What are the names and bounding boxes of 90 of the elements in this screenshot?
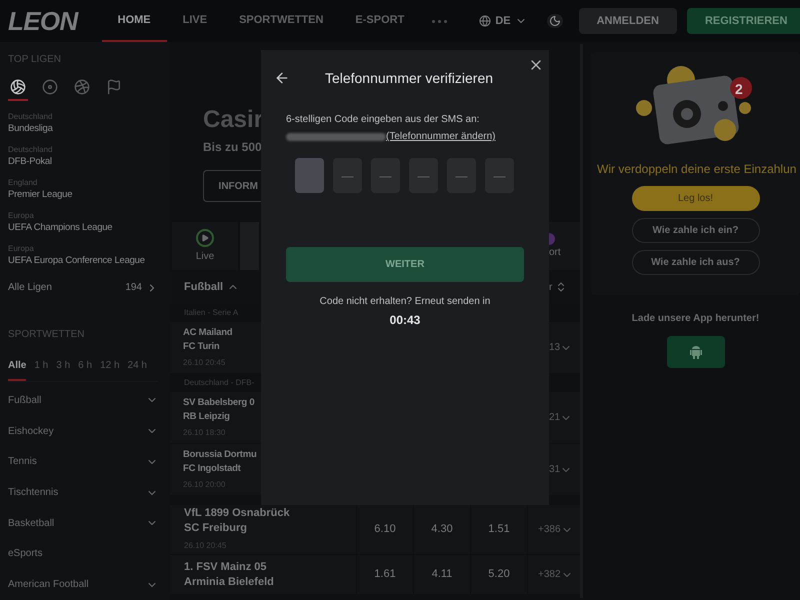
league-country: Deutschland [8, 144, 54, 156]
language-selector[interactable]: DE [479, 12, 527, 30]
odds-button[interactable]: 6.10 [356, 505, 413, 554]
section-heading: SPORTWETTEN [8, 328, 86, 342]
team-name: Borussia Dortmu [183, 448, 257, 462]
sort-label: r [549, 280, 552, 294]
logo[interactable]: LEON [8, 2, 78, 40]
nav-tab[interactable]: E-SPORT [339, 0, 420, 42]
team-name: FC Ingolstadt [183, 462, 242, 476]
team-name: RB Leipzig [183, 410, 231, 424]
league-item[interactable]: Deutschland Bundesliga [8, 111, 158, 135]
odds-button[interactable]: 1.61 [356, 555, 413, 594]
sport-label: Fußball [8, 394, 42, 408]
sport-item[interactable]: American Football [8, 569, 158, 600]
time-filter-tab[interactable]: 1 h [34, 358, 48, 381]
league-name: UEFA Europa Conference League [8, 255, 146, 267]
live-tab[interactable]: Live [172, 222, 238, 270]
league-country: Europa [8, 210, 35, 222]
league-item[interactable]: England Premier League [8, 177, 158, 201]
resend-text: Code nicht erhalten? Erneut senden in [318, 295, 492, 309]
sport-item[interactable]: Tischtennis [8, 477, 158, 508]
sport-item[interactable]: eSports [8, 538, 158, 570]
league-country: England [8, 177, 38, 189]
code-digit-field[interactable]: — [371, 158, 400, 193]
code-digit-field[interactable]: — [333, 158, 362, 193]
promo-headline: Wir verdoppeln deine erste Einzahlun [596, 161, 796, 178]
more-markets-count[interactable]: +382 [538, 567, 561, 582]
esport-tab[interactable]: ort [549, 222, 580, 270]
sport-label: Basketball [8, 516, 54, 531]
all-leagues-label: Alle Ligen [8, 281, 52, 295]
league-count: 194 [125, 281, 142, 295]
login-button[interactable]: ANMELDEN [578, 8, 677, 34]
instruction-text: 6-stelligen Code eingeben aus der SMS an: [286, 113, 480, 127]
team-name: Arminia Bielefeld [184, 574, 275, 590]
odds-button[interactable]: 5.20 [470, 555, 527, 594]
league-name: Premier League [8, 189, 74, 201]
league-country: Deutschland [8, 111, 54, 123]
league-country: Europa [8, 243, 35, 255]
league-item[interactable]: Europa UEFA Europa Conference League [8, 243, 158, 267]
match-row[interactable]: 1. FSV Mainz 05 Arminia Bielefeld 1.61 4.11 5.20 +382 [170, 555, 580, 595]
more-markets-count[interactable]: 31 [549, 462, 560, 477]
team-name: AC Mailand [183, 326, 232, 340]
time-filter-tab[interactable]: 3 h [56, 358, 70, 381]
more-markets-count[interactable]: 21 [549, 410, 560, 425]
more-markets-count[interactable]: +386 [538, 522, 561, 537]
sport-item[interactable]: Tennis [8, 446, 158, 478]
time-filter-tab[interactable]: 24 h [128, 358, 147, 381]
sport-label: eSports [8, 547, 42, 562]
start-button[interactable]: Leg los! [632, 186, 760, 211]
team-name: FC Turin [183, 340, 220, 354]
code-digit-field[interactable]: — [447, 158, 476, 193]
sport-item[interactable]: Eishockey [8, 416, 158, 446]
help-button[interactable]: Wie zahle ich ein? [632, 218, 760, 243]
odds-button[interactable]: 4.30 [413, 505, 470, 554]
league-name: Bundesliga [8, 123, 54, 135]
sport-item[interactable]: Fußball [8, 385, 158, 416]
odds-button[interactable]: 4.11 [413, 555, 470, 594]
nav-tab[interactable]: LIVE [166, 0, 224, 42]
help-button[interactable]: Wie zahle ich aus? [632, 250, 760, 275]
banner-title: Casir [203, 106, 261, 134]
sport-label: American Football [8, 578, 89, 592]
code-digit-field[interactable]: — [409, 158, 438, 193]
more-markets-count[interactable]: 13 [549, 340, 560, 355]
time-filter-tab[interactable]: 12 h [100, 358, 120, 381]
odds-button[interactable]: 1.51 [470, 505, 527, 554]
sport-label: Tischtennis [8, 486, 58, 500]
league-item[interactable]: Europa UEFA Champions League [8, 210, 158, 234]
time-filter-tab[interactable]: 6 h [78, 358, 92, 381]
team-name: 1. FSV Mainz 05 [184, 560, 268, 574]
team-name: VfL 1899 Osnabrück [184, 506, 291, 521]
team-name: SV Babelsberg 0 [183, 396, 254, 410]
dialog-title: Telefonnummer verifizieren [324, 68, 494, 88]
sport-label: Tennis [8, 455, 37, 470]
league-name: DFB-Pokal [8, 156, 53, 168]
section-title: Fußball [184, 280, 224, 295]
sport-label: Eishockey [8, 424, 54, 439]
countdown-timer: 00:43 [388, 312, 422, 329]
sport-item[interactable]: Basketball [8, 508, 158, 539]
code-digit-field[interactable]: — [485, 158, 514, 193]
app-download-title: Lade unsere App herunter! [632, 312, 760, 326]
time-filter-tab[interactable]: Alle [8, 358, 26, 381]
banner-subtitle: Bis zu 500 [203, 139, 261, 156]
all-leagues-item[interactable]: Alle Ligen 194 [8, 280, 158, 295]
register-button[interactable]: REGISTRIEREN [686, 8, 800, 34]
league-name: UEFA Champions League [8, 222, 114, 234]
league-item[interactable]: Deutschland DFB-Pokal [8, 144, 158, 168]
team-name: SC Freiburg [184, 521, 248, 536]
section-heading: TOP LIGEN [8, 53, 62, 67]
nav-tab[interactable]: SPORTWETTEN [223, 0, 340, 42]
change-number-link[interactable]: (Telefonnummer ändern) [386, 129, 496, 144]
